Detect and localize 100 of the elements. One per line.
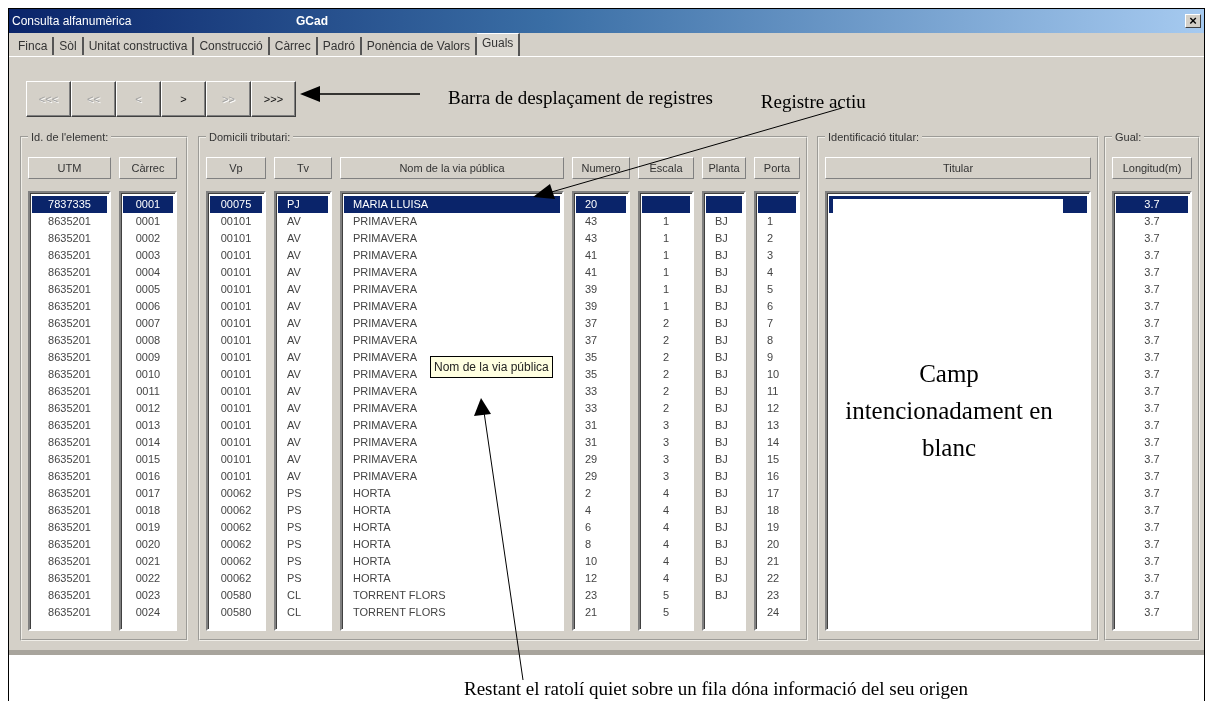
list-item[interactable]: 00580 <box>210 587 262 604</box>
list-item[interactable]: 4 <box>758 264 796 281</box>
list-item[interactable]: 11 <box>758 383 796 400</box>
column-header[interactable]: Nom de la via pública <box>340 157 564 179</box>
list-item[interactable]: 00101 <box>210 417 262 434</box>
list-item[interactable]: 3.7 <box>1116 434 1188 451</box>
list-item[interactable]: 00101 <box>210 434 262 451</box>
list-item[interactable]: BJ <box>706 332 742 349</box>
list-item[interactable]: AV <box>278 213 328 230</box>
list-item[interactable]: 8635201 <box>32 383 107 400</box>
list-item[interactable]: 39 <box>576 298 626 315</box>
list-item[interactable]: 0018 <box>123 502 173 519</box>
list-item[interactable]: 37 <box>576 332 626 349</box>
list-item[interactable]: 4 <box>642 485 690 502</box>
list-item[interactable]: 00062 <box>210 502 262 519</box>
list-item[interactable]: 3.7 <box>1116 281 1188 298</box>
list-item[interactable]: 35 <box>576 349 626 366</box>
list-item[interactable]: 12 <box>758 400 796 417</box>
list-item[interactable]: 0021 <box>123 553 173 570</box>
list-item[interactable]: 6 <box>576 519 626 536</box>
list-item[interactable]: AV <box>278 281 328 298</box>
list-box[interactable]: BJ BJ BJ BJ BJ BJ BJ BJ BJ BJ BJ BJ BJ BJ BJ BJ BJ BJ BJ BJ BJ BJ BJ <box>702 191 746 631</box>
list-item[interactable]: 3.7 <box>1116 332 1188 349</box>
list-item[interactable]: PS <box>278 485 328 502</box>
list-item[interactable]: BJ <box>706 264 742 281</box>
list-item[interactable]: 0009 <box>123 349 173 366</box>
nav-button[interactable]: > <box>161 81 206 117</box>
list-item[interactable]: 8635201 <box>32 332 107 349</box>
list-item[interactable]: 12 <box>576 570 626 587</box>
list-item[interactable]: BJ <box>706 366 742 383</box>
list-item[interactable]: BJ <box>706 417 742 434</box>
list-item[interactable]: 3.7 <box>1116 196 1188 213</box>
list-item[interactable]: 3.7 <box>1116 485 1188 502</box>
list-item[interactable]: 8635201 <box>32 570 107 587</box>
list-box[interactable]: Camp intencionadament en blanc <box>825 191 1091 631</box>
list-item[interactable]: 0017 <box>123 485 173 502</box>
list-item[interactable]: 43 <box>576 213 626 230</box>
list-item[interactable]: 0005 <box>123 281 173 298</box>
list-item[interactable]: 3.7 <box>1116 553 1188 570</box>
list-item[interactable]: 8635201 <box>32 451 107 468</box>
list-item[interactable]: 00101 <box>210 281 262 298</box>
list-item[interactable] <box>706 196 742 213</box>
list-item[interactable]: 2 <box>576 485 626 502</box>
list-item[interactable]: BJ <box>706 451 742 468</box>
list-item[interactable]: 0001 <box>123 213 173 230</box>
list-item[interactable]: PJ <box>278 196 328 213</box>
list-item[interactable]: 8635201 <box>32 247 107 264</box>
nav-button[interactable]: >>> <box>251 81 296 117</box>
list-item[interactable]: 4 <box>642 553 690 570</box>
list-item[interactable]: 15 <box>758 451 796 468</box>
list-item[interactable]: 00062 <box>210 570 262 587</box>
list-item[interactable]: 3 <box>642 417 690 434</box>
list-item[interactable]: HORTA <box>344 502 560 519</box>
list-item[interactable]: 33 <box>576 383 626 400</box>
selection-bar[interactable] <box>829 196 1087 213</box>
list-item[interactable]: BJ <box>706 400 742 417</box>
list-item[interactable]: HORTA <box>344 570 560 587</box>
list-item[interactable]: BJ <box>706 281 742 298</box>
list-item[interactable]: 00580 <box>210 604 262 621</box>
list-item[interactable]: PRIMAVERA <box>344 315 560 332</box>
list-item[interactable]: 2 <box>642 349 690 366</box>
list-item[interactable]: BJ <box>706 383 742 400</box>
column-header[interactable]: Tv <box>274 157 332 179</box>
list-item[interactable]: 0022 <box>123 570 173 587</box>
list-item[interactable]: 0012 <box>123 400 173 417</box>
list-item[interactable]: 8635201 <box>32 281 107 298</box>
list-item[interactable]: AV <box>278 264 328 281</box>
list-item[interactable]: PS <box>278 502 328 519</box>
list-box[interactable]: 1 2 3 4 5 6 7 8 9 10 11 12 13 14 15 16 17 18 19 20 21 22 23 24 <box>754 191 800 631</box>
list-item[interactable]: 22 <box>758 570 796 587</box>
list-item[interactable]: 00062 <box>210 536 262 553</box>
list-item[interactable]: PRIMAVERA <box>344 434 560 451</box>
list-item[interactable]: BJ <box>706 230 742 247</box>
list-box[interactable]: 20 43 43 41 41 39 39 37 37 35 35 33 33 31 31 29 29 2 4 6 8 10 12 23 21 <box>572 191 630 631</box>
list-item[interactable]: 0006 <box>123 298 173 315</box>
list-item[interactable]: 1 <box>642 247 690 264</box>
list-item[interactable]: 8635201 <box>32 213 107 230</box>
list-item[interactable]: 8635201 <box>32 553 107 570</box>
list-item[interactable]: 31 <box>576 434 626 451</box>
list-item[interactable]: BJ <box>706 536 742 553</box>
column-header[interactable]: Longitud(m) <box>1112 157 1192 179</box>
list-item[interactable]: 00101 <box>210 315 262 332</box>
list-item[interactable]: 8 <box>758 332 796 349</box>
list-box[interactable]: 3.7 3.7 3.7 3.7 3.7 3.7 3.7 3.7 3.7 3.7 3.7 3.7 3.7 3.7 3.7 3.7 3.7 3.7 3.7 3.7 3.7 3.7 3.7 3.7 3.7 <box>1112 191 1192 631</box>
list-item[interactable]: AV <box>278 230 328 247</box>
list-item[interactable]: 0013 <box>123 417 173 434</box>
list-item[interactable]: 8635201 <box>32 230 107 247</box>
list-item[interactable]: 41 <box>576 247 626 264</box>
list-item[interactable]: 43 <box>576 230 626 247</box>
list-item[interactable]: PS <box>278 553 328 570</box>
list-item[interactable]: 29 <box>576 451 626 468</box>
list-item[interactable]: 2 <box>642 400 690 417</box>
list-item[interactable]: 35 <box>576 366 626 383</box>
list-item[interactable]: 14 <box>758 434 796 451</box>
list-item[interactable]: 00101 <box>210 366 262 383</box>
list-item[interactable]: PRIMAVERA <box>344 383 560 400</box>
list-item[interactable]: 3.7 <box>1116 400 1188 417</box>
list-item[interactable]: TORRENT FLORS <box>344 604 560 621</box>
list-item[interactable]: 4 <box>642 570 690 587</box>
list-item[interactable]: 8635201 <box>32 434 107 451</box>
